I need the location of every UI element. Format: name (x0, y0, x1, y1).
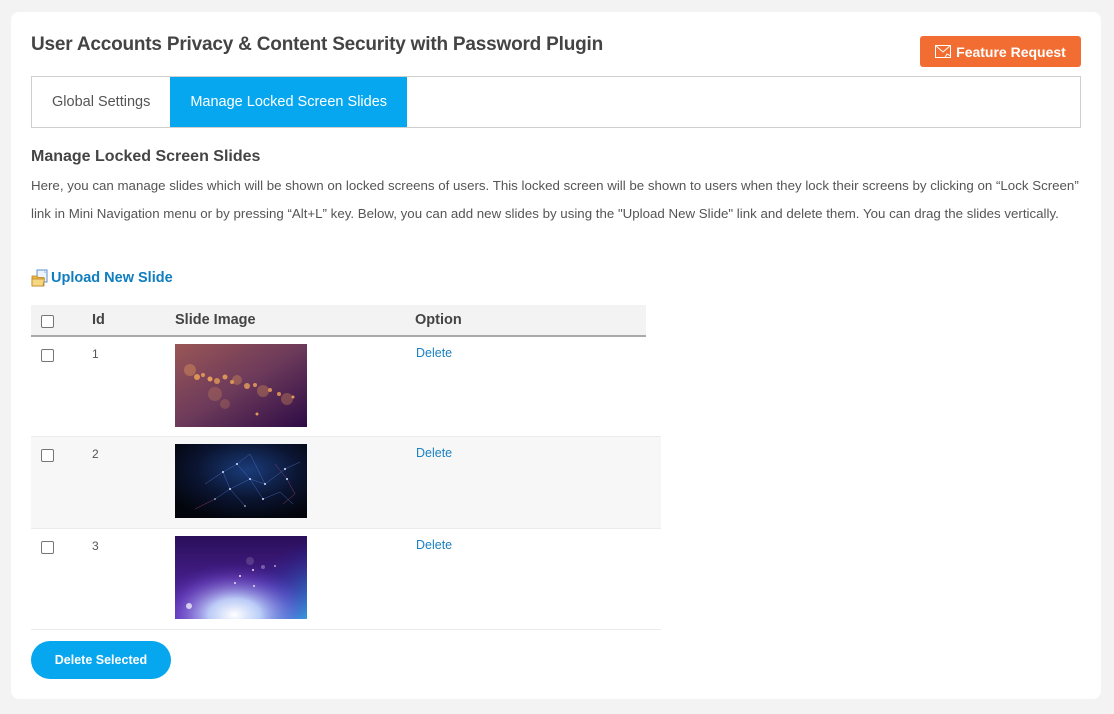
tab-bar: Global Settings Manage Locked Screen Sli… (31, 76, 1081, 128)
settings-card: User Accounts Privacy & Content Security… (11, 12, 1101, 699)
column-header-id: Id (92, 312, 105, 328)
upload-new-slide-link[interactable]: Upload New Slide (31, 269, 173, 287)
tab-global-settings[interactable]: Global Settings (32, 77, 170, 127)
section-title: Manage Locked Screen Slides (31, 148, 261, 165)
row-checkbox[interactable] (41, 541, 54, 554)
delete-link[interactable]: Delete (416, 346, 452, 360)
upload-new-slide-label: Upload New Slide (51, 270, 173, 286)
row-id: 2 (92, 447, 99, 461)
folder-upload-icon (31, 269, 48, 287)
row-checkbox[interactable] (41, 449, 54, 462)
delete-link[interactable]: Delete (416, 446, 452, 460)
tab-manage-locked-screen-slides[interactable]: Manage Locked Screen Slides (170, 77, 408, 127)
page-title: User Accounts Privacy & Content Security… (31, 34, 604, 55)
slide-image-thumbnail (175, 444, 307, 518)
feature-request-button[interactable]: Feature Request (920, 36, 1081, 67)
select-all-checkbox[interactable] (41, 315, 54, 328)
table-row[interactable]: 3 Delete (31, 529, 661, 630)
row-checkbox[interactable] (41, 349, 54, 362)
envelope-icon (935, 45, 952, 58)
column-header-slide-image: Slide Image (175, 312, 256, 328)
table-row[interactable]: 2 Delete (31, 437, 661, 529)
slides-table: Id Slide Image Option 1 Delete 2 Delete … (31, 305, 661, 630)
section-description: Here, you can manage slides which will b… (31, 178, 1079, 221)
slide-image-thumbnail (175, 536, 307, 619)
table-row[interactable]: 1 Delete (31, 337, 661, 437)
delete-selected-button[interactable]: Delete Selected (31, 641, 171, 679)
slide-image-thumbnail (175, 344, 307, 427)
column-header-option: Option (415, 312, 462, 328)
row-id: 1 (92, 347, 99, 361)
row-id: 3 (92, 539, 99, 553)
delete-link[interactable]: Delete (416, 538, 452, 552)
feature-request-label: Feature Request (956, 43, 1066, 60)
table-header: Id Slide Image Option (31, 305, 646, 337)
